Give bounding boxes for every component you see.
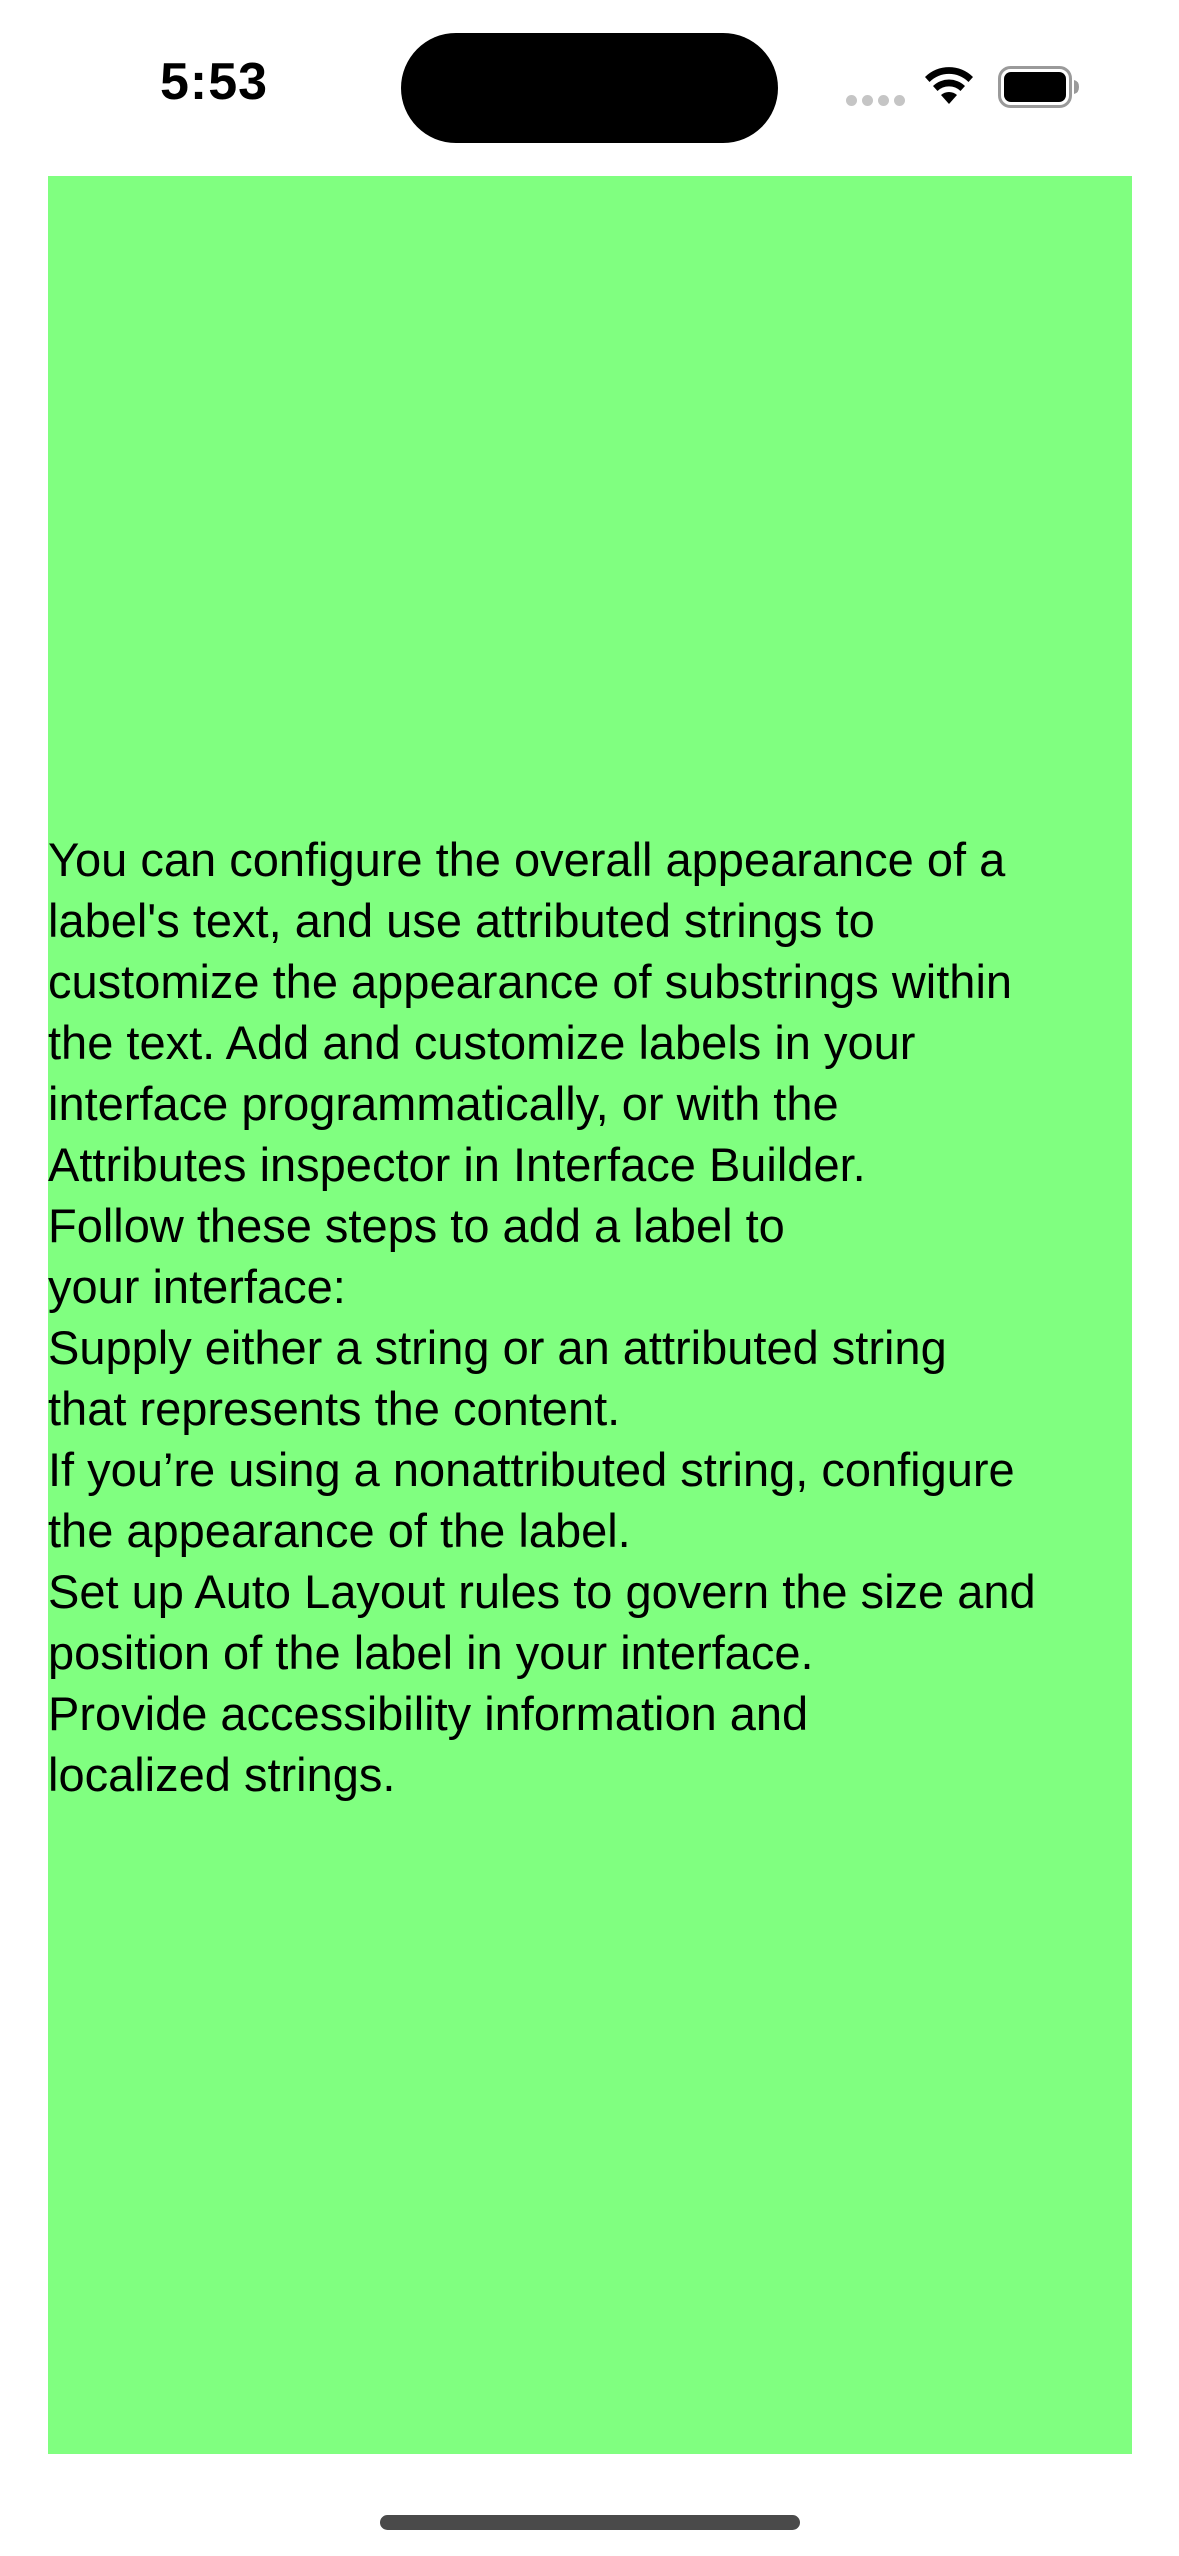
label-line: customize the appearance of substrings w… xyxy=(48,955,1013,1008)
label-line: the text. Add and customize labels in yo… xyxy=(48,1016,916,1069)
dynamic-island xyxy=(401,33,778,143)
label-line: Set up Auto Layout rules to govern the s… xyxy=(48,1565,1036,1618)
battery-icon xyxy=(998,66,1079,108)
status-bar: 5:53 xyxy=(0,0,1179,170)
cellular-signal-icon xyxy=(846,95,906,107)
label-line: your interface: xyxy=(48,1260,346,1313)
label-line: interface programmatically, or with the xyxy=(48,1077,839,1130)
label-line: position of the label in your interface. xyxy=(48,1626,814,1679)
status-time: 5:53 xyxy=(160,53,269,111)
label-line: localized strings. xyxy=(48,1748,396,1801)
label-line: the appearance of the label. xyxy=(48,1504,631,1557)
label-line: that represents the content. xyxy=(48,1382,621,1435)
label-line: Attributes inspector in Interface Builde… xyxy=(48,1138,866,1191)
label-line: Supply either a string or an attributed … xyxy=(48,1321,947,1374)
label-line: Follow these steps to add a label to xyxy=(48,1199,785,1252)
green-content-view: You can configure the overall appearance… xyxy=(48,176,1132,2454)
description-label: You can configure the overall appearance… xyxy=(48,829,1132,1805)
label-line: label's text, and use attributed strings… xyxy=(48,894,875,947)
label-line: You can configure the overall appearance… xyxy=(48,833,1006,886)
wifi-icon xyxy=(925,67,973,104)
label-line: If you’re using a nonattributed string, … xyxy=(48,1443,1015,1496)
home-indicator[interactable] xyxy=(380,2515,800,2530)
label-line: Provide accessibility information and xyxy=(48,1687,809,1740)
app-screen: 5:53 You can configure the overall appea… xyxy=(0,0,1179,2556)
